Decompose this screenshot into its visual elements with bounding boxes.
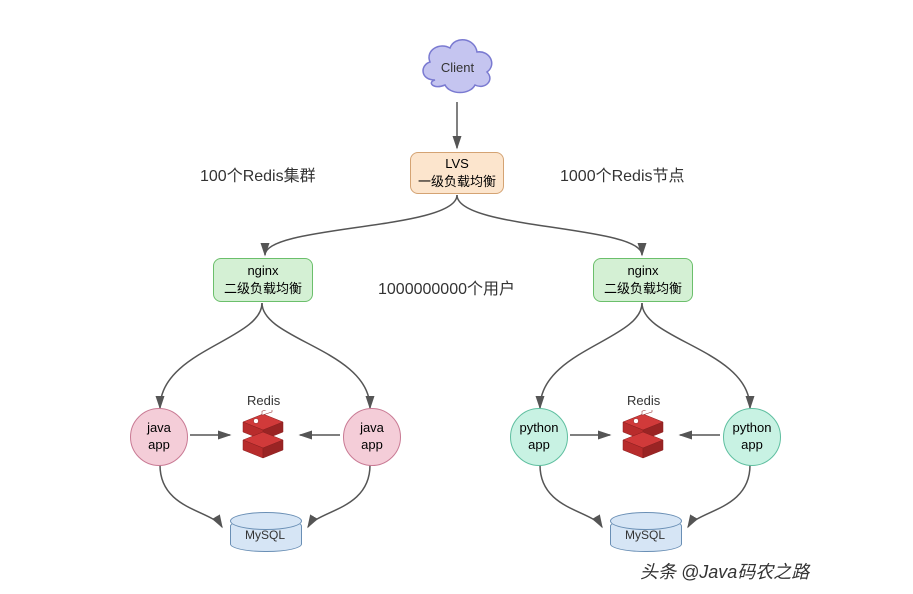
client-cloud: Client <box>415 30 500 100</box>
python-left-line2: app <box>528 437 550 454</box>
mysql-right-node: MySQL <box>610 512 680 552</box>
java-right-line1: java <box>360 420 384 437</box>
java-right-line2: app <box>361 437 383 454</box>
mysql-right-label: MySQL <box>610 528 680 542</box>
lvs-line2: 一级负载均衡 <box>418 173 496 191</box>
annotation-right: 1000个Redis节点 <box>560 162 685 186</box>
lvs-line1: LVS <box>445 155 469 173</box>
java-right-node: java app <box>343 408 401 466</box>
nginx-left-line1: nginx <box>247 262 278 280</box>
redis-left-icon <box>238 410 288 460</box>
python-right-node: python app <box>723 408 781 466</box>
watermark-text: 头条 @Java码农之路 <box>640 558 809 584</box>
lvs-node: LVS 一级负载均衡 <box>410 152 504 194</box>
nginx-left-node: nginx 二级负载均衡 <box>213 258 313 302</box>
redis-right-label: Redis <box>627 393 660 408</box>
nginx-left-line2: 二级负载均衡 <box>224 280 302 298</box>
python-left-node: python app <box>510 408 568 466</box>
annotation-center: 1000000000个用户 <box>378 275 515 299</box>
mysql-left-node: MySQL <box>230 512 300 552</box>
java-left-node: java app <box>130 408 188 466</box>
redis-left-label: Redis <box>247 393 280 408</box>
annotation-left: 100个Redis集群 <box>200 162 316 186</box>
java-left-line1: java <box>147 420 171 437</box>
python-left-line1: python <box>519 420 558 437</box>
python-right-line2: app <box>741 437 763 454</box>
nginx-right-line1: nginx <box>627 262 658 280</box>
nginx-right-node: nginx 二级负载均衡 <box>593 258 693 302</box>
mysql-left-label: MySQL <box>230 528 300 542</box>
client-label: Client <box>415 60 500 75</box>
nginx-right-line2: 二级负载均衡 <box>604 280 682 298</box>
java-left-line2: app <box>148 437 170 454</box>
python-right-line1: python <box>732 420 771 437</box>
redis-right-icon <box>618 410 668 460</box>
